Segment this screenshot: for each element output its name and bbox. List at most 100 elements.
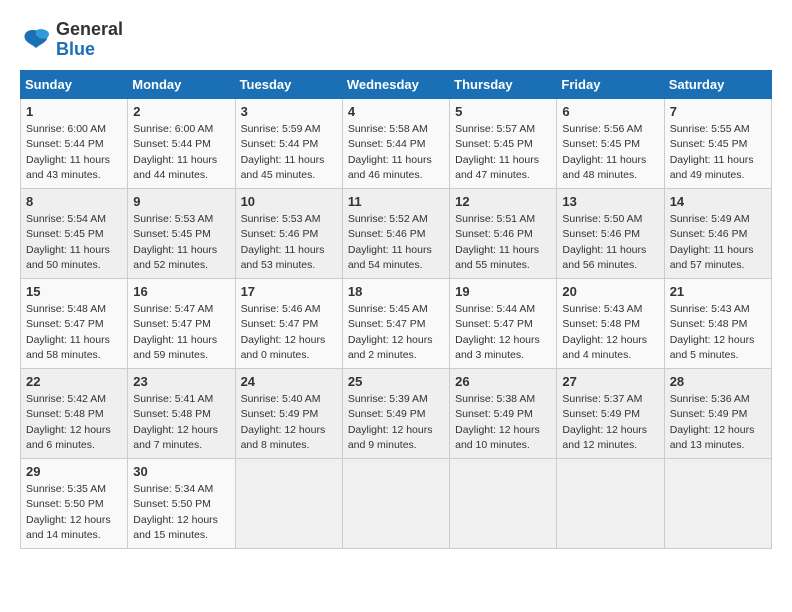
calendar-cell: 7 Sunrise: 5:55 AMSunset: 5:45 PMDayligh… bbox=[664, 98, 771, 188]
calendar-cell: 27 Sunrise: 5:37 AMSunset: 5:49 PMDaylig… bbox=[557, 368, 664, 458]
day-number: 6 bbox=[562, 103, 658, 121]
calendar-cell: 11 Sunrise: 5:52 AMSunset: 5:46 PMDaylig… bbox=[342, 188, 449, 278]
weekday-header-tuesday: Tuesday bbox=[235, 70, 342, 98]
day-info: Sunrise: 5:46 AMSunset: 5:47 PMDaylight:… bbox=[241, 303, 326, 361]
day-info: Sunrise: 6:00 AMSunset: 5:44 PMDaylight:… bbox=[133, 123, 217, 181]
day-number: 3 bbox=[241, 103, 337, 121]
day-number: 20 bbox=[562, 283, 658, 301]
calendar-cell: 6 Sunrise: 5:56 AMSunset: 5:45 PMDayligh… bbox=[557, 98, 664, 188]
calendar-cell: 9 Sunrise: 5:53 AMSunset: 5:45 PMDayligh… bbox=[128, 188, 235, 278]
page-header: General Blue bbox=[20, 20, 772, 60]
day-info: Sunrise: 5:53 AMSunset: 5:45 PMDaylight:… bbox=[133, 213, 217, 271]
day-info: Sunrise: 5:35 AMSunset: 5:50 PMDaylight:… bbox=[26, 483, 111, 541]
calendar-cell: 1 Sunrise: 6:00 AMSunset: 5:44 PMDayligh… bbox=[21, 98, 128, 188]
calendar-cell: 25 Sunrise: 5:39 AMSunset: 5:49 PMDaylig… bbox=[342, 368, 449, 458]
day-info: Sunrise: 5:51 AMSunset: 5:46 PMDaylight:… bbox=[455, 213, 539, 271]
weekday-header-friday: Friday bbox=[557, 70, 664, 98]
calendar-cell: 8 Sunrise: 5:54 AMSunset: 5:45 PMDayligh… bbox=[21, 188, 128, 278]
day-info: Sunrise: 5:43 AMSunset: 5:48 PMDaylight:… bbox=[562, 303, 647, 361]
day-info: Sunrise: 5:39 AMSunset: 5:49 PMDaylight:… bbox=[348, 393, 433, 451]
day-number: 12 bbox=[455, 193, 551, 211]
day-number: 25 bbox=[348, 373, 444, 391]
calendar-cell bbox=[450, 458, 557, 548]
day-info: Sunrise: 5:57 AMSunset: 5:45 PMDaylight:… bbox=[455, 123, 539, 181]
day-number: 14 bbox=[670, 193, 766, 211]
day-number: 10 bbox=[241, 193, 337, 211]
calendar-cell bbox=[342, 458, 449, 548]
day-info: Sunrise: 5:37 AMSunset: 5:49 PMDaylight:… bbox=[562, 393, 647, 451]
calendar-cell bbox=[557, 458, 664, 548]
calendar-week-row: 1 Sunrise: 6:00 AMSunset: 5:44 PMDayligh… bbox=[21, 98, 772, 188]
weekday-header-row: SundayMondayTuesdayWednesdayThursdayFrid… bbox=[21, 70, 772, 98]
day-number: 18 bbox=[348, 283, 444, 301]
calendar-cell: 14 Sunrise: 5:49 AMSunset: 5:46 PMDaylig… bbox=[664, 188, 771, 278]
calendar-week-row: 29 Sunrise: 5:35 AMSunset: 5:50 PMDaylig… bbox=[21, 458, 772, 548]
day-info: Sunrise: 5:59 AMSunset: 5:44 PMDaylight:… bbox=[241, 123, 325, 181]
weekday-header-saturday: Saturday bbox=[664, 70, 771, 98]
calendar-cell: 26 Sunrise: 5:38 AMSunset: 5:49 PMDaylig… bbox=[450, 368, 557, 458]
calendar-cell: 15 Sunrise: 5:48 AMSunset: 5:47 PMDaylig… bbox=[21, 278, 128, 368]
day-info: Sunrise: 5:53 AMSunset: 5:46 PMDaylight:… bbox=[241, 213, 325, 271]
day-number: 11 bbox=[348, 193, 444, 211]
day-info: Sunrise: 5:58 AMSunset: 5:44 PMDaylight:… bbox=[348, 123, 432, 181]
day-info: Sunrise: 5:55 AMSunset: 5:45 PMDaylight:… bbox=[670, 123, 754, 181]
day-number: 21 bbox=[670, 283, 766, 301]
day-number: 19 bbox=[455, 283, 551, 301]
day-number: 13 bbox=[562, 193, 658, 211]
day-info: Sunrise: 5:36 AMSunset: 5:49 PMDaylight:… bbox=[670, 393, 755, 451]
day-number: 15 bbox=[26, 283, 122, 301]
calendar-cell: 17 Sunrise: 5:46 AMSunset: 5:47 PMDaylig… bbox=[235, 278, 342, 368]
calendar-cell: 19 Sunrise: 5:44 AMSunset: 5:47 PMDaylig… bbox=[450, 278, 557, 368]
calendar-cell: 24 Sunrise: 5:40 AMSunset: 5:49 PMDaylig… bbox=[235, 368, 342, 458]
day-info: Sunrise: 5:42 AMSunset: 5:48 PMDaylight:… bbox=[26, 393, 111, 451]
day-number: 29 bbox=[26, 463, 122, 481]
day-number: 16 bbox=[133, 283, 229, 301]
day-number: 8 bbox=[26, 193, 122, 211]
day-number: 4 bbox=[348, 103, 444, 121]
calendar-cell: 23 Sunrise: 5:41 AMSunset: 5:48 PMDaylig… bbox=[128, 368, 235, 458]
day-info: Sunrise: 5:54 AMSunset: 5:45 PMDaylight:… bbox=[26, 213, 110, 271]
day-number: 17 bbox=[241, 283, 337, 301]
calendar-cell: 29 Sunrise: 5:35 AMSunset: 5:50 PMDaylig… bbox=[21, 458, 128, 548]
calendar-week-row: 15 Sunrise: 5:48 AMSunset: 5:47 PMDaylig… bbox=[21, 278, 772, 368]
weekday-header-thursday: Thursday bbox=[450, 70, 557, 98]
day-info: Sunrise: 5:52 AMSunset: 5:46 PMDaylight:… bbox=[348, 213, 432, 271]
day-number: 24 bbox=[241, 373, 337, 391]
day-info: Sunrise: 5:44 AMSunset: 5:47 PMDaylight:… bbox=[455, 303, 540, 361]
day-number: 9 bbox=[133, 193, 229, 211]
day-number: 22 bbox=[26, 373, 122, 391]
calendar-table: SundayMondayTuesdayWednesdayThursdayFrid… bbox=[20, 70, 772, 549]
logo-text: General Blue bbox=[56, 20, 123, 60]
day-number: 1 bbox=[26, 103, 122, 121]
calendar-week-row: 8 Sunrise: 5:54 AMSunset: 5:45 PMDayligh… bbox=[21, 188, 772, 278]
day-info: Sunrise: 5:47 AMSunset: 5:47 PMDaylight:… bbox=[133, 303, 217, 361]
logo-icon bbox=[20, 24, 52, 56]
day-info: Sunrise: 5:34 AMSunset: 5:50 PMDaylight:… bbox=[133, 483, 218, 541]
calendar-cell: 5 Sunrise: 5:57 AMSunset: 5:45 PMDayligh… bbox=[450, 98, 557, 188]
day-number: 27 bbox=[562, 373, 658, 391]
logo: General Blue bbox=[20, 20, 123, 60]
day-number: 26 bbox=[455, 373, 551, 391]
calendar-cell bbox=[235, 458, 342, 548]
day-number: 7 bbox=[670, 103, 766, 121]
calendar-cell: 10 Sunrise: 5:53 AMSunset: 5:46 PMDaylig… bbox=[235, 188, 342, 278]
weekday-header-wednesday: Wednesday bbox=[342, 70, 449, 98]
calendar-cell: 21 Sunrise: 5:43 AMSunset: 5:48 PMDaylig… bbox=[664, 278, 771, 368]
calendar-cell: 30 Sunrise: 5:34 AMSunset: 5:50 PMDaylig… bbox=[128, 458, 235, 548]
calendar-cell: 13 Sunrise: 5:50 AMSunset: 5:46 PMDaylig… bbox=[557, 188, 664, 278]
calendar-cell: 28 Sunrise: 5:36 AMSunset: 5:49 PMDaylig… bbox=[664, 368, 771, 458]
day-info: Sunrise: 5:40 AMSunset: 5:49 PMDaylight:… bbox=[241, 393, 326, 451]
day-number: 23 bbox=[133, 373, 229, 391]
calendar-week-row: 22 Sunrise: 5:42 AMSunset: 5:48 PMDaylig… bbox=[21, 368, 772, 458]
day-number: 2 bbox=[133, 103, 229, 121]
day-info: Sunrise: 5:50 AMSunset: 5:46 PMDaylight:… bbox=[562, 213, 646, 271]
weekday-header-sunday: Sunday bbox=[21, 70, 128, 98]
calendar-cell: 4 Sunrise: 5:58 AMSunset: 5:44 PMDayligh… bbox=[342, 98, 449, 188]
day-number: 5 bbox=[455, 103, 551, 121]
day-info: Sunrise: 5:49 AMSunset: 5:46 PMDaylight:… bbox=[670, 213, 754, 271]
calendar-cell bbox=[664, 458, 771, 548]
day-info: Sunrise: 5:56 AMSunset: 5:45 PMDaylight:… bbox=[562, 123, 646, 181]
day-info: Sunrise: 5:41 AMSunset: 5:48 PMDaylight:… bbox=[133, 393, 218, 451]
day-number: 30 bbox=[133, 463, 229, 481]
day-info: Sunrise: 5:38 AMSunset: 5:49 PMDaylight:… bbox=[455, 393, 540, 451]
